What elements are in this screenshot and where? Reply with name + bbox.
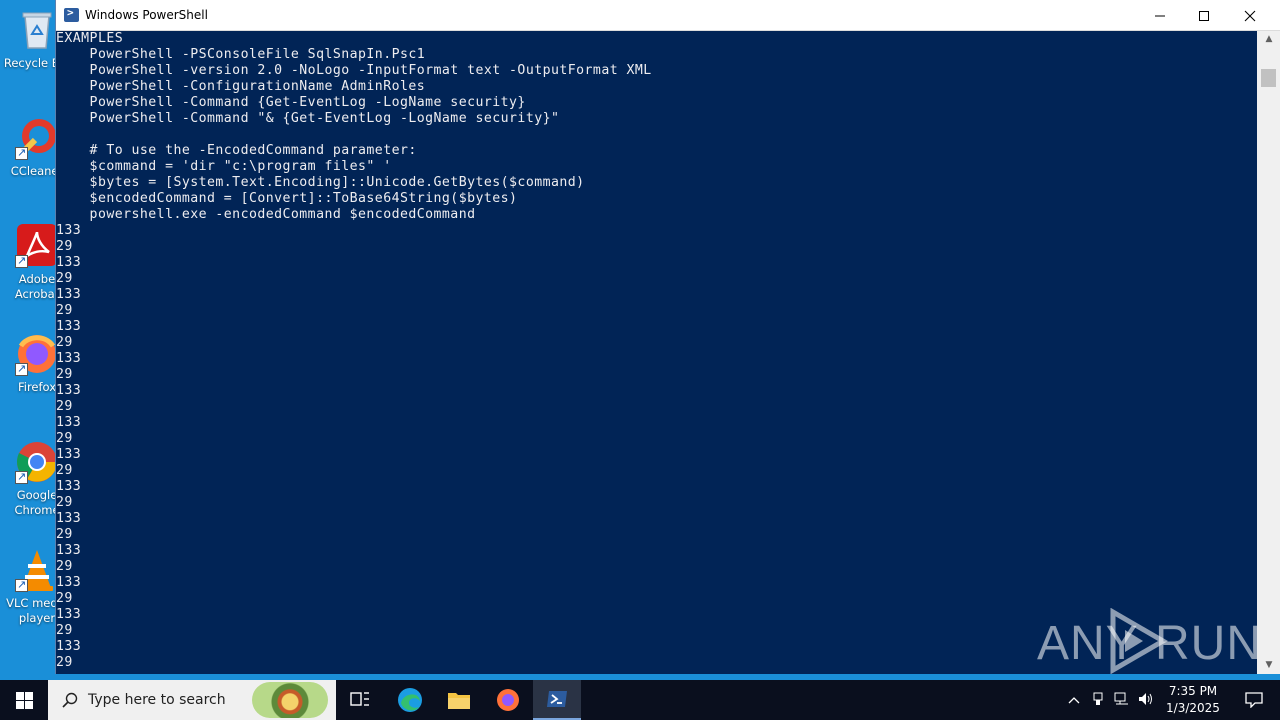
console-line: 29 <box>56 271 73 286</box>
console-text: EXAMPLES PowerShell -PSConsoleFile SqlSn… <box>56 31 1257 671</box>
system-tray: 7:35 PM 1/3/2025 <box>1000 680 1280 720</box>
clock[interactable]: 7:35 PM 1/3/2025 <box>1158 683 1228 717</box>
volume-icon[interactable] <box>1134 692 1158 709</box>
task-view-icon <box>350 692 369 706</box>
scrollbar-thumb[interactable] <box>1261 69 1276 87</box>
taskbar-edge[interactable] <box>386 680 434 720</box>
console-line: 29 <box>56 559 73 574</box>
console-line: 133 <box>56 607 82 622</box>
network-icon[interactable] <box>1110 692 1134 709</box>
console-line: 133 <box>56 575 82 590</box>
ccleaner-icon <box>15 116 59 160</box>
console-line: PowerShell -PSConsoleFile SqlSnapIn.Psc1 <box>56 47 426 62</box>
console-line: 29 <box>56 495 73 510</box>
title-bar[interactable]: Windows PowerShell <box>56 0 1280 31</box>
powershell-window[interactable]: Windows PowerShell EXAMPLES PowerShell -… <box>55 0 1280 674</box>
console-line: powershell.exe -encodedCommand $encodedC… <box>56 207 476 222</box>
console-line: 29 <box>56 367 73 382</box>
search-box[interactable]: Type here to search <box>48 680 336 720</box>
windows-logo-icon <box>15 691 33 709</box>
vlc-icon <box>15 548 59 592</box>
console-line: 133 <box>56 255 82 270</box>
search-highlight-image <box>252 682 328 718</box>
action-center-button[interactable] <box>1228 692 1280 708</box>
anyrun-watermark: ANY RUN <box>1037 606 1261 676</box>
folder-icon <box>448 693 470 709</box>
search-placeholder: Type here to search <box>88 692 226 708</box>
start-button[interactable] <box>0 680 48 720</box>
clock-date: 1/3/2025 <box>1166 701 1220 715</box>
console-line: 133 <box>56 543 82 558</box>
powershell-icon <box>547 691 567 707</box>
adobe-acrobat-icon <box>15 224 59 268</box>
console-output[interactable]: EXAMPLES PowerShell -PSConsoleFile SqlSn… <box>56 31 1257 674</box>
console-line: 133 <box>56 287 82 302</box>
shortcut-arrow-icon <box>15 253 28 268</box>
taskbar-file-explorer[interactable] <box>435 680 483 720</box>
notification-icon <box>1245 692 1263 708</box>
edge-icon <box>398 688 422 712</box>
close-icon <box>1244 10 1256 21</box>
console-line: $encodedCommand = [Convert]::ToBase64Str… <box>56 191 518 206</box>
close-button[interactable] <box>1227 0 1273 31</box>
taskbar-powershell[interactable] <box>533 680 581 720</box>
usb-device-icon[interactable] <box>1086 692 1110 709</box>
console-line: 133 <box>56 319 82 334</box>
scroll-up-arrow-icon[interactable]: ▲ <box>1257 31 1280 48</box>
task-view-button[interactable] <box>336 680 384 720</box>
vertical-scrollbar[interactable]: ▲ ▼ <box>1257 31 1280 674</box>
shortcut-arrow-icon <box>15 145 28 160</box>
chrome-icon <box>15 440 59 484</box>
console-line: 29 <box>56 239 73 254</box>
console-line: # To use the -EncodedCommand parameter: <box>56 143 417 158</box>
window-title: Windows PowerShell <box>85 8 208 22</box>
console-line: 133 <box>56 639 82 654</box>
console-line: 29 <box>56 431 73 446</box>
minimize-button[interactable] <box>1137 0 1183 31</box>
console-line: PowerShell -ConfigurationName AdminRoles <box>56 79 426 94</box>
console-line: 133 <box>56 383 82 398</box>
console-line: PowerShell -version 2.0 -NoLogo -InputFo… <box>56 63 652 78</box>
console-line: 133 <box>56 479 82 494</box>
console-line: PowerShell -Command "& {Get-EventLog -Lo… <box>56 111 560 126</box>
console-line: 29 <box>56 623 73 638</box>
maximize-button[interactable] <box>1181 0 1227 31</box>
console-line: 29 <box>56 399 73 414</box>
search-icon <box>62 692 78 708</box>
minimize-icon <box>1155 15 1165 16</box>
shortcut-arrow-icon <box>15 361 28 376</box>
console-line: $bytes = [System.Text.Encoding]::Unicode… <box>56 175 585 190</box>
console-line: $command = 'dir "c:\program files" ' <box>56 159 392 174</box>
recycle-bin-icon <box>15 8 59 52</box>
console-line: 29 <box>56 655 73 670</box>
console-line: 133 <box>56 447 82 462</box>
powershell-icon <box>64 6 79 22</box>
watermark-text-right: RUN <box>1155 617 1262 670</box>
console-line: 133 <box>56 223 82 238</box>
shortcut-arrow-icon <box>15 577 28 592</box>
console-line: 29 <box>56 527 73 542</box>
console-line: 29 <box>56 335 73 350</box>
show-hidden-icons-chevron-icon[interactable] <box>1062 693 1086 707</box>
console-line: EXAMPLES <box>56 31 124 46</box>
maximize-icon <box>1199 10 1209 21</box>
firefox-icon <box>15 332 59 376</box>
console-line: 29 <box>56 591 73 606</box>
console-line: PowerShell -Command {Get-EventLog -LogNa… <box>56 95 526 110</box>
taskbar: Type here to search 7:35 PM 1/3/2025 <box>0 674 1280 720</box>
console-line: 29 <box>56 303 73 318</box>
shortcut-arrow-icon <box>15 469 28 484</box>
console-line: 133 <box>56 415 82 430</box>
console-line: 29 <box>56 463 73 478</box>
console-line: 133 <box>56 511 82 526</box>
taskbar-firefox[interactable] <box>484 680 532 720</box>
clock-time: 7:35 PM <box>1168 684 1218 698</box>
console-line: 133 <box>56 351 82 366</box>
firefox-icon <box>497 689 519 711</box>
